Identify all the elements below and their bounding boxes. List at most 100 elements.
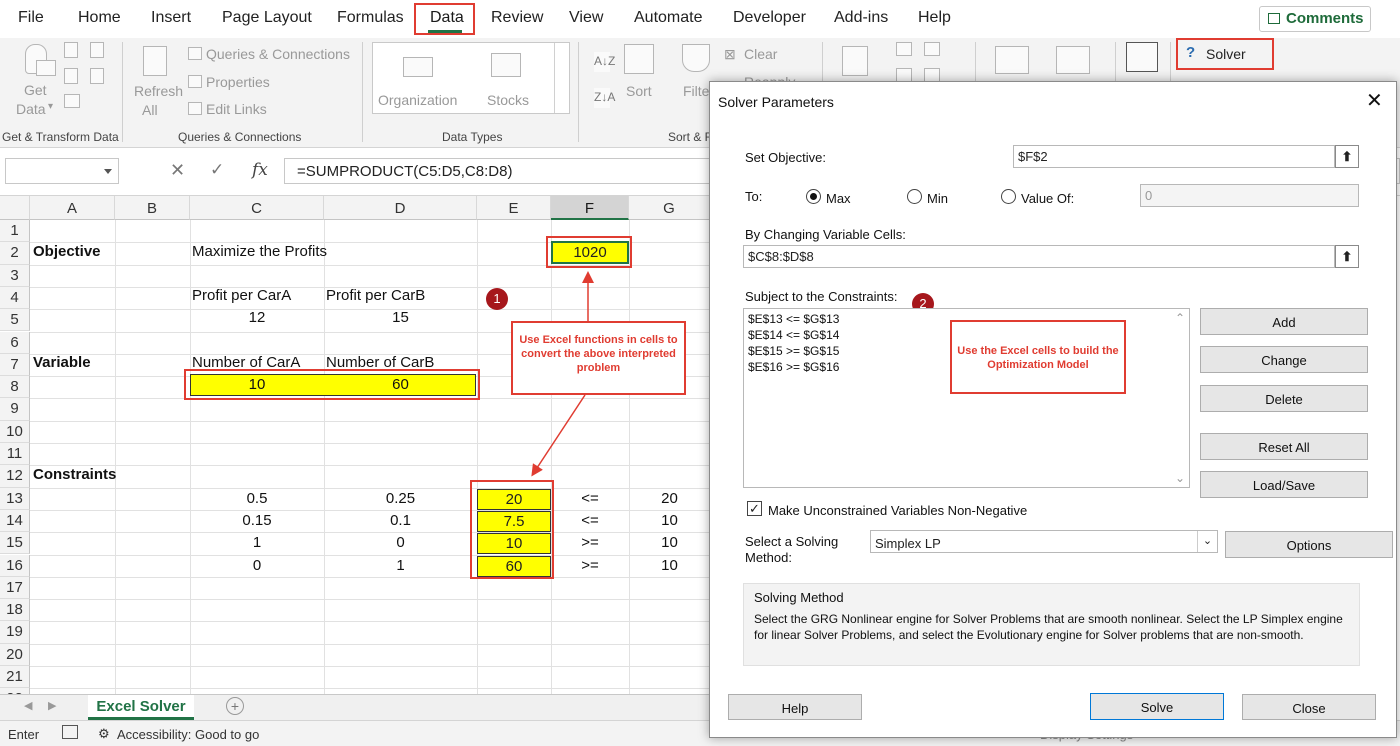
- group-get-transform: Get & Transform Data: [2, 130, 119, 144]
- min-radio[interactable]: [907, 189, 922, 204]
- filter-button[interactable]: Filte: [683, 83, 709, 99]
- set-objective-input[interactable]: $F$2: [1013, 145, 1335, 168]
- constraint-item[interactable]: $E$16 >= $G$16: [748, 359, 839, 375]
- tab-file[interactable]: File: [18, 9, 44, 27]
- max-label[interactable]: Max: [826, 191, 851, 206]
- solving-method-text: Select the GRG Nonlinear engine for Solv…: [754, 612, 1343, 642]
- close-icon[interactable]: ✕: [1366, 88, 1383, 113]
- solving-method-title: Solving Method: [754, 590, 844, 605]
- enter-icon[interactable]: ✓: [210, 160, 224, 180]
- sort-icon: [624, 44, 654, 74]
- queries-connections-button[interactable]: Queries & Connections: [206, 46, 350, 62]
- value-of-radio[interactable]: [1001, 189, 1016, 204]
- refresh-label2[interactable]: All: [142, 102, 158, 118]
- consolidate-icon[interactable]: [924, 68, 940, 82]
- gallery-scroll[interactable]: [554, 43, 570, 113]
- ribbon-separator: [578, 42, 579, 142]
- get-data-label2[interactable]: Data: [16, 101, 46, 117]
- name-box[interactable]: [5, 158, 119, 184]
- sort-az-icon[interactable]: A↓Z: [594, 52, 615, 72]
- menu-bar: File Home Insert Page Layout Formulas Da…: [0, 0, 1400, 38]
- solving-method-value: Simplex LP: [875, 536, 941, 551]
- existing-connections-icon[interactable]: [90, 68, 104, 84]
- collapse-dialog-icon[interactable]: ⬆: [1335, 245, 1359, 268]
- value-of-input[interactable]: 0: [1140, 184, 1359, 207]
- add-button[interactable]: Add: [1200, 308, 1368, 335]
- organization-button[interactable]: Organization: [378, 92, 457, 108]
- tab-developer[interactable]: Developer: [733, 9, 806, 27]
- text-to-columns-icon[interactable]: [842, 46, 868, 76]
- dialog-title: Solver Parameters: [718, 94, 834, 110]
- remove-duplicates-icon[interactable]: [924, 42, 940, 56]
- solving-method-select[interactable]: Simplex LP ⌄: [870, 530, 1218, 553]
- tab-formulas[interactable]: Formulas: [337, 9, 404, 27]
- what-if-analysis-icon[interactable]: [995, 46, 1029, 74]
- comments-button[interactable]: Comments: [1259, 6, 1371, 32]
- stocks-button[interactable]: Stocks: [487, 92, 529, 108]
- options-button[interactable]: Options: [1225, 531, 1393, 558]
- spreadsheet-grid: A B C D E F G 1 2 3 4 5 6 7 8 9 10 11 12 13 14 15 16 17 1…: [0, 196, 710, 694]
- scroll-left-icon[interactable]: ◀: [24, 699, 32, 712]
- nonneg-checkbox[interactable]: ✓: [747, 501, 762, 516]
- solver-parameters-dialog: Solver Parameters ✕ Set Objective: $F$2 …: [709, 81, 1397, 738]
- forecast-sheet-icon[interactable]: [1056, 46, 1090, 74]
- accessibility-icon[interactable]: ⚙: [98, 726, 110, 742]
- recent-sources-icon[interactable]: [90, 42, 104, 58]
- get-data-label[interactable]: Get: [24, 82, 47, 98]
- tab-home[interactable]: Home: [78, 9, 121, 27]
- refresh-label[interactable]: Refresh: [134, 83, 183, 99]
- edit-links-button[interactable]: Edit Links: [206, 101, 267, 117]
- value-of-label[interactable]: Value Of:: [1021, 191, 1074, 206]
- tab-automate[interactable]: Automate: [634, 9, 702, 27]
- sort-button[interactable]: Sort: [626, 83, 652, 99]
- delete-button[interactable]: Delete: [1200, 385, 1368, 412]
- constraint-item[interactable]: $E$13 <= $G$13: [748, 311, 839, 327]
- flash-fill-icon[interactable]: [896, 42, 912, 56]
- scroll-right-icon[interactable]: ▶: [48, 699, 56, 712]
- solver-button[interactable]: ? Solver: [1176, 38, 1274, 70]
- accessibility-status[interactable]: Accessibility: Good to go: [117, 727, 259, 742]
- constraint-item[interactable]: $E$14 <= $G$14: [748, 327, 839, 343]
- data-validation-icon[interactable]: [896, 68, 912, 82]
- help-button[interactable]: Help: [728, 694, 862, 720]
- to-label: To:: [745, 189, 763, 204]
- close-button[interactable]: Close: [1242, 694, 1376, 720]
- properties-button[interactable]: Properties: [206, 74, 270, 90]
- load-save-button[interactable]: Load/Save: [1200, 471, 1368, 498]
- tab-view[interactable]: View: [569, 9, 603, 27]
- collapse-dialog-icon[interactable]: ⬆: [1335, 145, 1359, 168]
- reset-all-button[interactable]: Reset All: [1200, 433, 1368, 460]
- tab-data-underline: [428, 30, 462, 33]
- tab-help[interactable]: Help: [918, 9, 951, 27]
- scroll-down-icon[interactable]: ⌄: [1175, 471, 1185, 485]
- add-sheet-icon[interactable]: +: [226, 697, 244, 715]
- change-button[interactable]: Change: [1200, 346, 1368, 373]
- group-data-types: Data Types: [442, 130, 503, 144]
- sheet-tab-excel-solver[interactable]: Excel Solver: [88, 695, 194, 720]
- select-method-label2: Method:: [745, 550, 792, 565]
- min-label[interactable]: Min: [927, 191, 948, 206]
- changing-cells-input[interactable]: $C$8:$D$8: [743, 245, 1335, 268]
- tab-page-layout[interactable]: Page Layout: [222, 9, 312, 27]
- constraint-item[interactable]: $E$15 >= $G$15: [748, 343, 839, 359]
- macro-record-icon[interactable]: [62, 725, 78, 739]
- insert-function-icon[interactable]: fx: [252, 160, 268, 180]
- max-radio[interactable]: [806, 189, 821, 204]
- tab-review[interactable]: Review: [491, 9, 543, 27]
- text-csv-icon[interactable]: [64, 42, 78, 58]
- clear-button[interactable]: Clear: [744, 46, 777, 62]
- from-table-icon[interactable]: [64, 94, 80, 108]
- tab-insert[interactable]: Insert: [151, 9, 191, 27]
- sort-za-icon[interactable]: Z↓A: [594, 88, 615, 108]
- cancel-icon[interactable]: ✕: [170, 160, 185, 181]
- solver-label: Solver: [1206, 46, 1246, 62]
- scroll-up-icon[interactable]: ⌃: [1175, 311, 1185, 325]
- filter-icon: [682, 44, 710, 72]
- stocks-icon: [491, 53, 521, 77]
- solve-button[interactable]: Solve: [1090, 693, 1224, 720]
- group-queries-connections: Queries & Connections: [178, 130, 302, 144]
- nonneg-label[interactable]: Make Unconstrained Variables Non-Negativ…: [768, 503, 1027, 518]
- outline-icon[interactable]: [1126, 42, 1158, 72]
- tab-add-ins[interactable]: Add-ins: [834, 9, 888, 27]
- from-web-icon[interactable]: [64, 68, 78, 84]
